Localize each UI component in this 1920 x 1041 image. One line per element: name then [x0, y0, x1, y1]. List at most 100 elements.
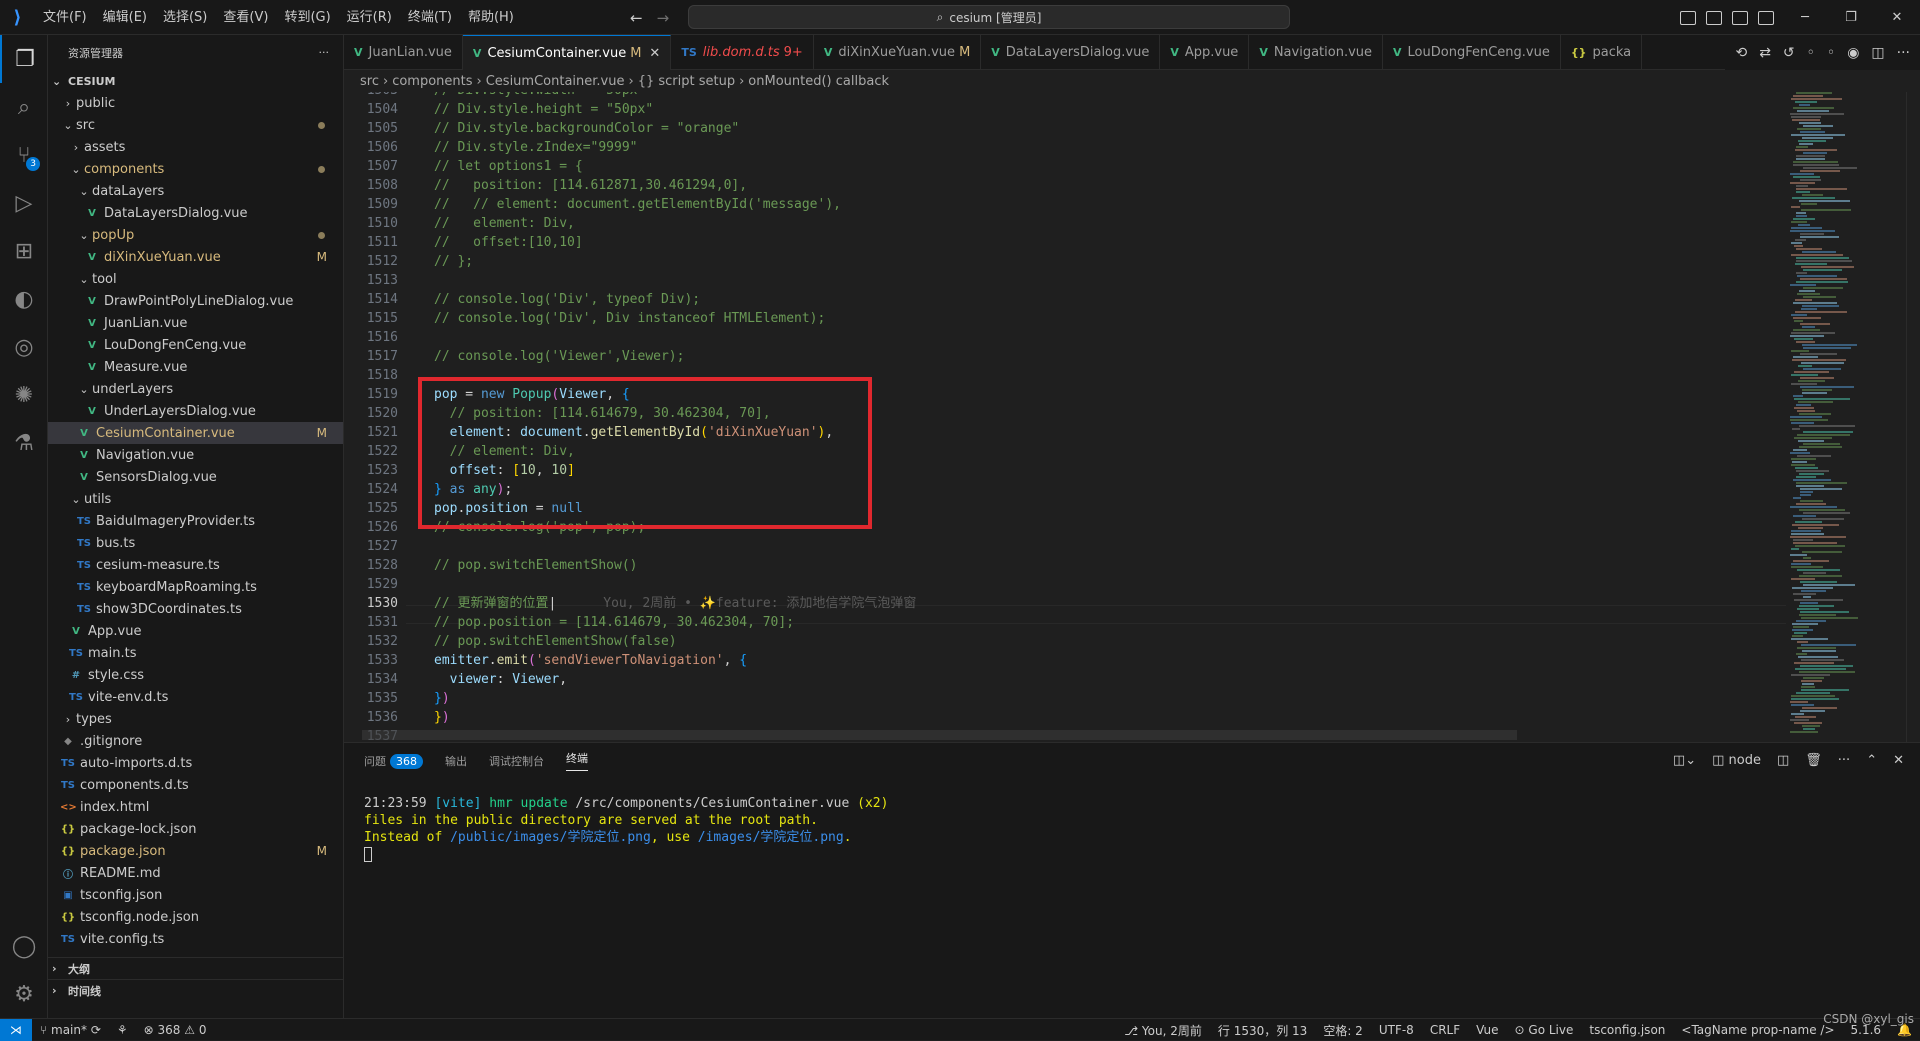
- tree-folder[interactable]: ⌄ components: [48, 158, 343, 180]
- editor-tab[interactable]: V JuanLian.vue: [344, 35, 463, 70]
- editor-tab[interactable]: V Navigation.vue: [1249, 35, 1384, 70]
- tree-file[interactable]: TS bus.ts: [48, 532, 343, 554]
- tree-folder[interactable]: ⌄ src: [48, 114, 343, 136]
- tree-file[interactable]: V DrawPointPolyLineDialog.vue: [48, 290, 343, 312]
- menu-item[interactable]: 选择(S): [155, 0, 215, 35]
- tree-file[interactable]: {} tsconfig.node.json: [48, 906, 343, 928]
- testing-icon[interactable]: ⚗: [0, 419, 48, 467]
- menu-item[interactable]: 帮助(H): [460, 0, 522, 35]
- timeline-section[interactable]: › 时间线: [48, 979, 344, 1001]
- vertical-scrollbar[interactable]: [1906, 92, 1920, 742]
- toggle-panel-icon[interactable]: [1706, 10, 1722, 25]
- split-terminal-icon[interactable]: ◫: [1777, 753, 1789, 768]
- tree-file[interactable]: V CesiumContainer.vue M: [48, 422, 343, 444]
- breadcrumb-item[interactable]: {} script setup: [638, 74, 735, 89]
- tab-output[interactable]: 输出: [445, 753, 467, 769]
- remote-explorer-icon[interactable]: ◎: [0, 323, 48, 371]
- split-editor-icon[interactable]: ◫: [1871, 45, 1884, 61]
- tree-file[interactable]: TS main.ts: [48, 642, 343, 664]
- breadcrumb-item[interactable]: src: [360, 74, 379, 89]
- breadcrumb-item[interactable]: components: [392, 74, 472, 89]
- tree-folder[interactable]: ⌄ underLayers: [48, 378, 343, 400]
- workspace-root[interactable]: ⌄ CESIUM: [48, 70, 343, 92]
- kill-terminal-icon[interactable]: 🗑: [1805, 753, 1822, 768]
- tree-file[interactable]: V JuanLian.vue: [48, 312, 343, 334]
- tree-file[interactable]: {} package-lock.json: [48, 818, 343, 840]
- editor-tab[interactable]: {} packa: [1561, 35, 1643, 70]
- toggle-secondary-sidebar-icon[interactable]: [1732, 10, 1748, 25]
- tree-file[interactable]: TS keyboardMapRoaming.ts: [48, 576, 343, 598]
- tree-file[interactable]: TS vite-env.d.ts: [48, 686, 343, 708]
- remote-indicator-icon[interactable]: ⋊: [0, 1018, 32, 1041]
- breadcrumb-item[interactable]: onMounted() callback: [748, 74, 889, 89]
- tree-file[interactable]: TS BaiduImageryProvider.ts: [48, 510, 343, 532]
- tree-file[interactable]: TS auto-imports.d.ts: [48, 752, 343, 774]
- new-terminal-dropdown-icon[interactable]: ◫⌄: [1673, 753, 1696, 768]
- forward-arrow-icon[interactable]: →: [657, 9, 670, 27]
- customize-layout-icon[interactable]: [1758, 10, 1774, 25]
- menu-item[interactable]: 运行(R): [339, 0, 400, 35]
- tree-folder[interactable]: › public: [48, 92, 343, 114]
- editor-tab[interactable]: V LouDongFenCeng.vue: [1383, 35, 1561, 70]
- tree-file[interactable]: ▣ tsconfig.json: [48, 884, 343, 906]
- language-mode[interactable]: Vue: [1468, 1023, 1506, 1037]
- more-actions-icon[interactable]: ···: [1838, 753, 1850, 768]
- menu-item[interactable]: 编辑(E): [95, 0, 155, 35]
- terminal-output[interactable]: 21:23:59 [vite] hmr update /src/componen…: [364, 795, 888, 863]
- code-editor[interactable]: 1503 1504 1505 1506 1507 1508 1509 1510 1511 1512…: [344, 92, 1786, 742]
- horizontal-scrollbar[interactable]: [362, 730, 1517, 740]
- timeline-history-icon[interactable]: ⟲: [1735, 45, 1747, 61]
- extensions-icon[interactable]: ⊞: [0, 227, 48, 275]
- tree-file[interactable]: V SensorsDialog.vue: [48, 466, 343, 488]
- toggle-sidebar-icon[interactable]: [1680, 10, 1696, 25]
- minimize-button[interactable]: ─: [1782, 10, 1828, 25]
- tab-terminal[interactable]: 终端: [566, 750, 588, 771]
- tree-file[interactable]: {} package.json M: [48, 840, 343, 862]
- tree-file[interactable]: V Navigation.vue: [48, 444, 343, 466]
- command-center[interactable]: ⌕ cesium [管理员]: [688, 5, 1290, 29]
- tree-file[interactable]: V DataLayersDialog.vue: [48, 202, 343, 224]
- git-graph-icon[interactable]: ◐: [0, 275, 48, 323]
- outline-section[interactable]: › 大纲: [48, 957, 344, 979]
- tree-file[interactable]: # style.css: [48, 664, 343, 686]
- tree-file[interactable]: VdiXinXueYuan.vue M: [48, 246, 343, 268]
- tab-debug-console[interactable]: 调试控制台: [489, 753, 544, 769]
- menu-item[interactable]: 文件(F): [35, 0, 95, 35]
- tree-folder[interactable]: › assets: [48, 136, 343, 158]
- end-of-line[interactable]: CRLF: [1422, 1023, 1468, 1037]
- tree-file[interactable]: V Measure.vue: [48, 356, 343, 378]
- tree-file[interactable]: TS vite.config.ts: [48, 928, 343, 950]
- account-icon[interactable]: ◯: [0, 922, 48, 970]
- editor-tab[interactable]: VdiXinXueYuan.vue M: [814, 35, 982, 70]
- tree-file[interactable]: TS cesium-measure.ts: [48, 554, 343, 576]
- tree-file[interactable]: V LouDongFenCeng.vue: [48, 334, 343, 356]
- tree-file[interactable]: ◆ .gitignore: [48, 730, 343, 752]
- tree-folder[interactable]: ⌄ popUp: [48, 224, 343, 246]
- git-compare-icon[interactable]: ⇄: [1759, 45, 1771, 61]
- source-control-icon[interactable]: ⑂ 3: [0, 131, 48, 179]
- editor-tab[interactable]: V DataLayersDialog.vue: [981, 35, 1161, 70]
- next-change-icon[interactable]: ◦: [1827, 45, 1835, 61]
- menu-item[interactable]: 终端(T): [400, 0, 460, 35]
- tree-file[interactable]: V App.vue: [48, 620, 343, 642]
- git-branch[interactable]: ⑂ main* ⟳: [32, 1023, 109, 1037]
- go-live-button[interactable]: ⊙ Go Live: [1507, 1023, 1582, 1037]
- cursor-position[interactable]: 行 1530，列 13: [1210, 1022, 1315, 1039]
- tagname-status[interactable]: <TagName prop-name />: [1673, 1023, 1842, 1037]
- tree-folder[interactable]: ⌄ utils: [48, 488, 343, 510]
- indentation[interactable]: 空格: 2: [1315, 1022, 1371, 1039]
- menu-item[interactable]: 查看(V): [215, 0, 276, 35]
- close-tab-icon[interactable]: ✕: [649, 46, 660, 61]
- tree-folder[interactable]: ⌄ dataLayers: [48, 180, 343, 202]
- close-panel-icon[interactable]: ✕: [1893, 753, 1904, 768]
- maximize-panel-icon[interactable]: ⌃: [1866, 753, 1877, 768]
- tree-file[interactable]: <> index.html: [48, 796, 343, 818]
- restore-button[interactable]: ❐: [1828, 10, 1874, 25]
- revert-icon[interactable]: ↺: [1783, 45, 1795, 61]
- editor-tab[interactable]: V CesiumContainer.vue M ✕: [462, 35, 672, 70]
- tsconfig-status[interactable]: tsconfig.json: [1581, 1023, 1673, 1037]
- editor-tab[interactable]: V App.vue: [1160, 35, 1250, 70]
- tab-problems[interactable]: 问题 368: [364, 753, 423, 769]
- problems-status[interactable]: ⊗ 368 ⚠ 0: [136, 1023, 215, 1037]
- breadcrumb-item[interactable]: CesiumContainer.vue: [486, 74, 625, 89]
